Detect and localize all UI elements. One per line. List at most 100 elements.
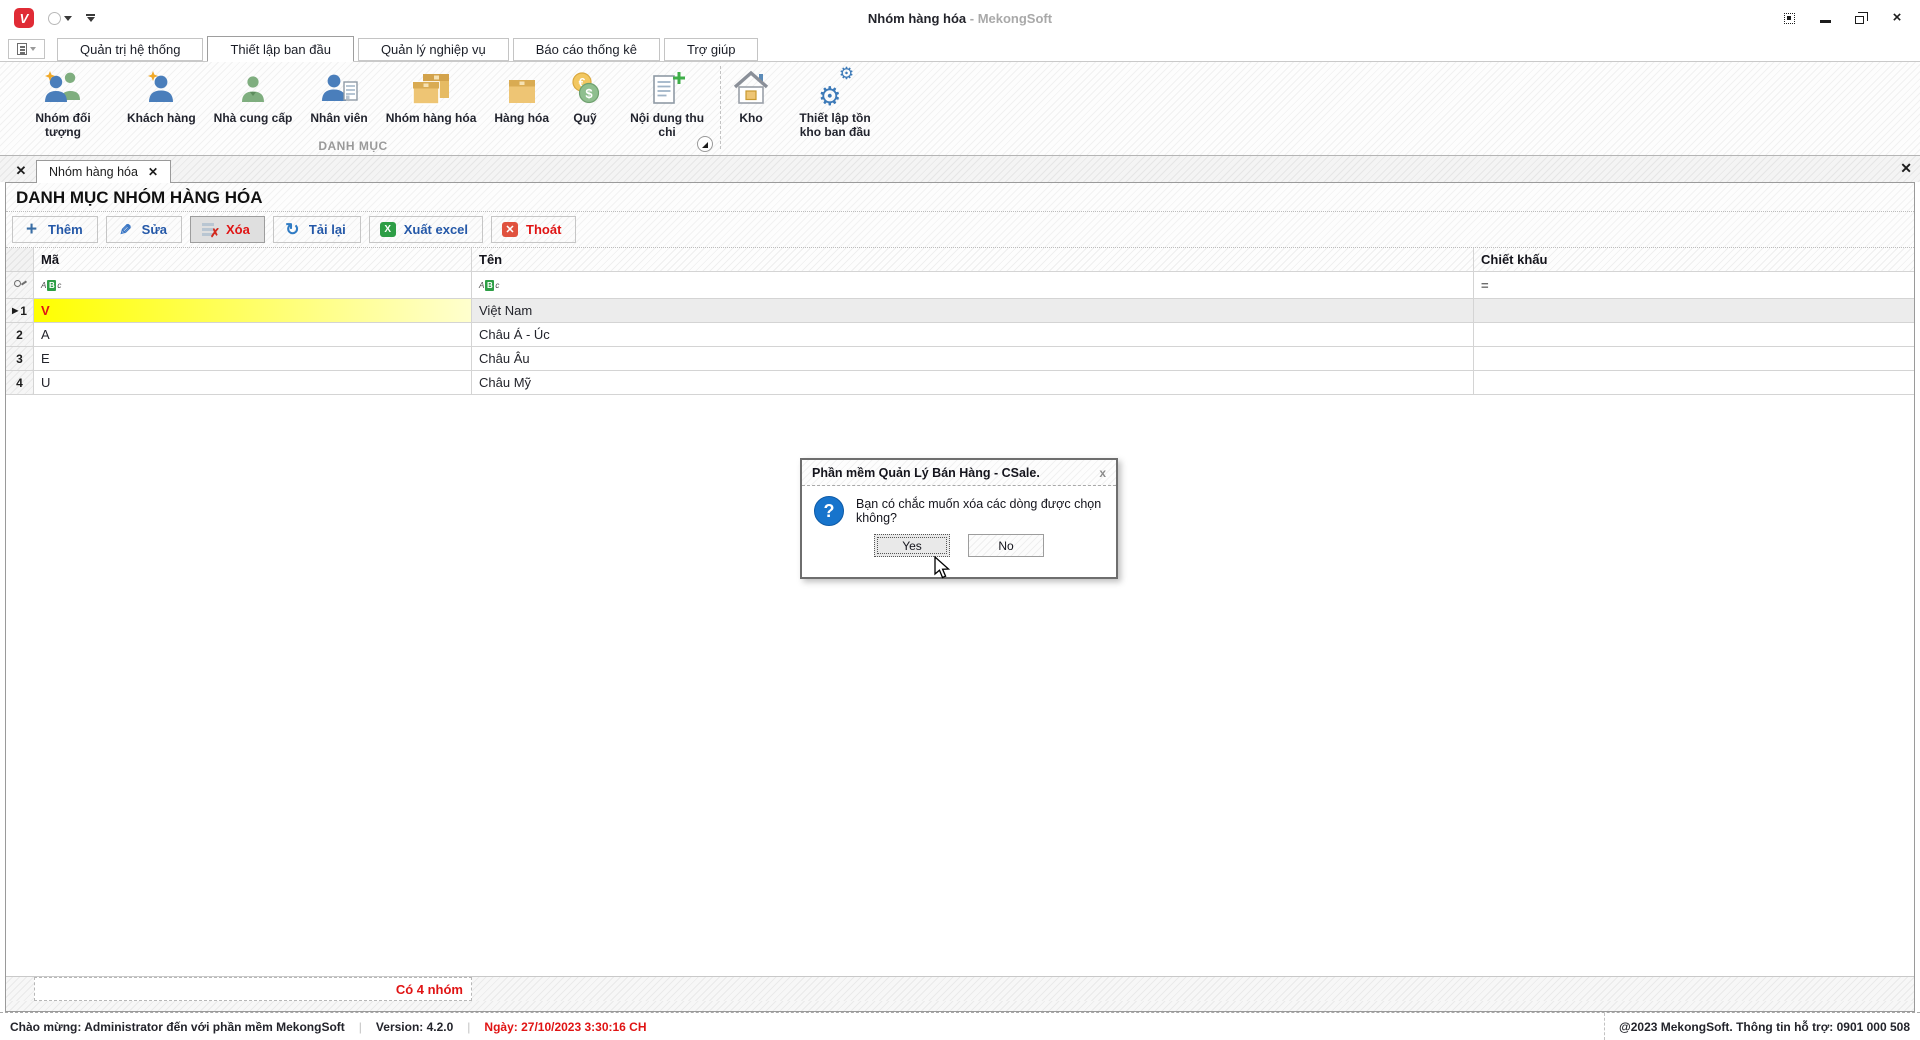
cell-ten[interactable]: Việt Nam	[472, 299, 1474, 322]
doc-tab-nhom-hang-hoa[interactable]: Nhóm hàng hóa ✕	[36, 160, 172, 183]
cell-chiet-khau[interactable]	[1474, 323, 1914, 346]
ribbon-item-nhom-hang-hoa[interactable]: Nhóm hàng hóa	[377, 68, 486, 125]
app-window: V Nhóm hàng hóa - MekongSoft × Quản trị …	[0, 0, 1920, 1040]
table-row[interactable]: 3 E Châu Âu	[6, 347, 1914, 371]
refresh-icon: ↻	[285, 219, 300, 239]
close-pane-button[interactable]: ✕	[1900, 160, 1912, 177]
cell-ten[interactable]: Châu Á - Úc	[472, 323, 1474, 346]
cell-chiet-khau[interactable]	[1474, 347, 1914, 370]
fullscreen-button[interactable]	[1782, 11, 1796, 25]
export-button-label: Xuất excel	[403, 222, 469, 237]
ribbon-item-hang-hoa[interactable]: Hàng hóa	[485, 68, 558, 125]
exit-icon: ✕	[502, 222, 519, 237]
cell-ten[interactable]: Châu Âu	[472, 347, 1474, 370]
supplier-icon	[238, 68, 268, 108]
export-excel-button[interactable]: X Xuất excel	[368, 216, 484, 243]
svg-text:$: $	[585, 86, 593, 101]
grid-filter-row: ABc ABc =	[6, 272, 1914, 299]
tab-bao-cao-thong-ke[interactable]: Báo cáo thống kê	[512, 38, 660, 61]
tab-quan-tri-he-thong[interactable]: Quản trị hệ thống	[57, 38, 204, 61]
add-button-label: Thêm	[48, 222, 83, 237]
table-row[interactable]: 4 U Châu Mỹ	[6, 371, 1914, 395]
reload-button[interactable]: ↻ Tải lại	[272, 216, 361, 243]
ribbon-item-nhom-doi-tuong[interactable]: Nhóm đối tượng	[8, 68, 118, 139]
status-separator: |	[358, 1019, 362, 1034]
data-grid: Mã Tên Chiết khấu ABc ABc = ▶ 1 V Việt Na…	[6, 248, 1914, 395]
cell-ten[interactable]: Châu Mỹ	[472, 371, 1474, 394]
add-button[interactable]: + Thêm	[12, 216, 98, 243]
dialog-close-icon[interactable]: x	[1099, 466, 1106, 480]
filter-cell-ma[interactable]: ABc	[34, 272, 472, 298]
ribbon-group-label: DANH MỤC	[318, 139, 388, 153]
close-button[interactable]: ×	[1890, 10, 1904, 25]
tab-close-icon[interactable]: ✕	[148, 165, 158, 179]
column-header-ten[interactable]: Tên	[472, 248, 1474, 271]
ribbon-item-label: Khách hàng	[127, 111, 196, 125]
cell-ma[interactable]: E	[34, 347, 472, 370]
table-row[interactable]: ▶ 1 V Việt Nam	[6, 299, 1914, 323]
restore-button[interactable]	[1854, 11, 1868, 25]
column-header-chiet-khau[interactable]: Chiết khấu	[1474, 248, 1914, 271]
abc-filter-icon: ABc	[41, 279, 61, 291]
grid-footer: Có 4 nhóm	[6, 976, 1914, 1001]
ribbon-item-thiet-lap-ton-kho[interactable]: ⚙ ⚙ Thiết lập tồn kho ban đầu	[780, 64, 890, 139]
dialog-message: Bạn có chắc muốn xóa các dòng được chọn …	[856, 497, 1102, 525]
dialog-title: Phần mềm Quản Lý Bán Hàng - CSale.	[812, 465, 1040, 480]
product-box-icon	[504, 68, 540, 108]
close-all-tabs-button[interactable]: ✕	[6, 160, 36, 182]
no-button[interactable]: No	[968, 534, 1044, 557]
customize-toolbar-button[interactable]	[86, 14, 95, 22]
document-plus-icon	[648, 68, 686, 108]
column-header-ma[interactable]: Mã	[34, 248, 472, 271]
abc-a: A	[41, 280, 47, 290]
content-panel: DANH MỤC NHÓM HÀNG HÓA + Thêm ✎ Sửa ✗ Xó…	[5, 182, 1915, 1012]
ribbon-tab-bar: Quản trị hệ thống Thiết lập ban đầu Quản…	[0, 36, 1920, 62]
cell-chiet-khau[interactable]	[1474, 371, 1914, 394]
ribbon-item-nha-cung-cap[interactable]: Nhà cung cấp	[205, 68, 302, 125]
ribbon-item-kho[interactable]: Kho	[722, 68, 780, 125]
cell-ma[interactable]: U	[34, 371, 472, 394]
status-welcome: Chào mừng: Administrator đến với phần mề…	[10, 1019, 345, 1034]
equals-operator-icon: =	[1481, 277, 1489, 293]
abc-c: c	[495, 280, 500, 290]
chevron-down-icon	[86, 17, 95, 22]
row-indicator: 4	[6, 371, 34, 394]
doc-tab-label: Nhóm hàng hóa	[49, 165, 138, 179]
ribbon-item-nhan-vien[interactable]: Nhân viên	[301, 68, 376, 125]
yes-button[interactable]: Yes	[874, 534, 950, 557]
cell-chiet-khau[interactable]	[1474, 299, 1914, 322]
minimize-button[interactable]	[1818, 11, 1832, 25]
edit-button-label: Sửa	[141, 222, 167, 237]
app-menu-tab[interactable]	[8, 39, 45, 59]
table-row[interactable]: 2 A Châu Á - Úc	[6, 323, 1914, 347]
tab-quan-ly-nghiep-vu[interactable]: Quản lý nghiệp vụ	[357, 38, 509, 61]
cell-ma[interactable]: A	[34, 323, 472, 346]
abc-b: B	[485, 279, 495, 291]
ribbon-items: Nhóm đối tượng Khách hàng Nhà cung cấp N…	[0, 62, 1920, 139]
quick-access-circle-button[interactable]	[48, 11, 72, 25]
ribbon-item-khach-hang[interactable]: Khách hàng	[118, 68, 205, 125]
plus-icon: +	[25, 218, 38, 240]
status-support: @2023 MekongSoft. Thông tin hỗ trợ: 0901…	[1619, 1019, 1910, 1034]
ribbon-item-quy[interactable]: € $ Quỹ	[558, 68, 612, 125]
exit-button[interactable]: ✕ Thoát	[491, 216, 577, 243]
dialog-buttons: Yes No	[802, 534, 1116, 557]
edit-button[interactable]: ✎ Sửa	[105, 216, 182, 243]
ribbon-item-noi-dung-thu-chi[interactable]: Nội dung thu chi	[612, 68, 722, 139]
cell-ma[interactable]: V	[34, 299, 472, 322]
pencil-icon: ✎	[118, 221, 132, 239]
ribbon-collapse-button[interactable]	[697, 136, 713, 152]
ribbon-item-label: Nội dung thu chi	[630, 111, 705, 140]
delete-rows-icon: ✗	[201, 222, 220, 240]
tab-thiet-lap-ban-dau[interactable]: Thiết lập ban đầu	[207, 36, 354, 62]
window-title-suffix: - MekongSoft	[969, 10, 1053, 26]
chevron-down-icon	[30, 47, 36, 51]
chevron-down-icon	[64, 15, 72, 21]
filter-cell-chiet-khau[interactable]: =	[1474, 272, 1914, 298]
tab-tro-giup[interactable]: Trợ giúp	[663, 38, 759, 61]
filter-cell-ten[interactable]: ABc	[472, 272, 1474, 298]
delete-button[interactable]: ✗ Xóa	[190, 216, 265, 243]
delete-button-label: Xóa	[226, 222, 250, 237]
ribbon-item-label: Nhóm hàng hóa	[385, 111, 477, 125]
filter-row-indicator	[6, 272, 34, 298]
